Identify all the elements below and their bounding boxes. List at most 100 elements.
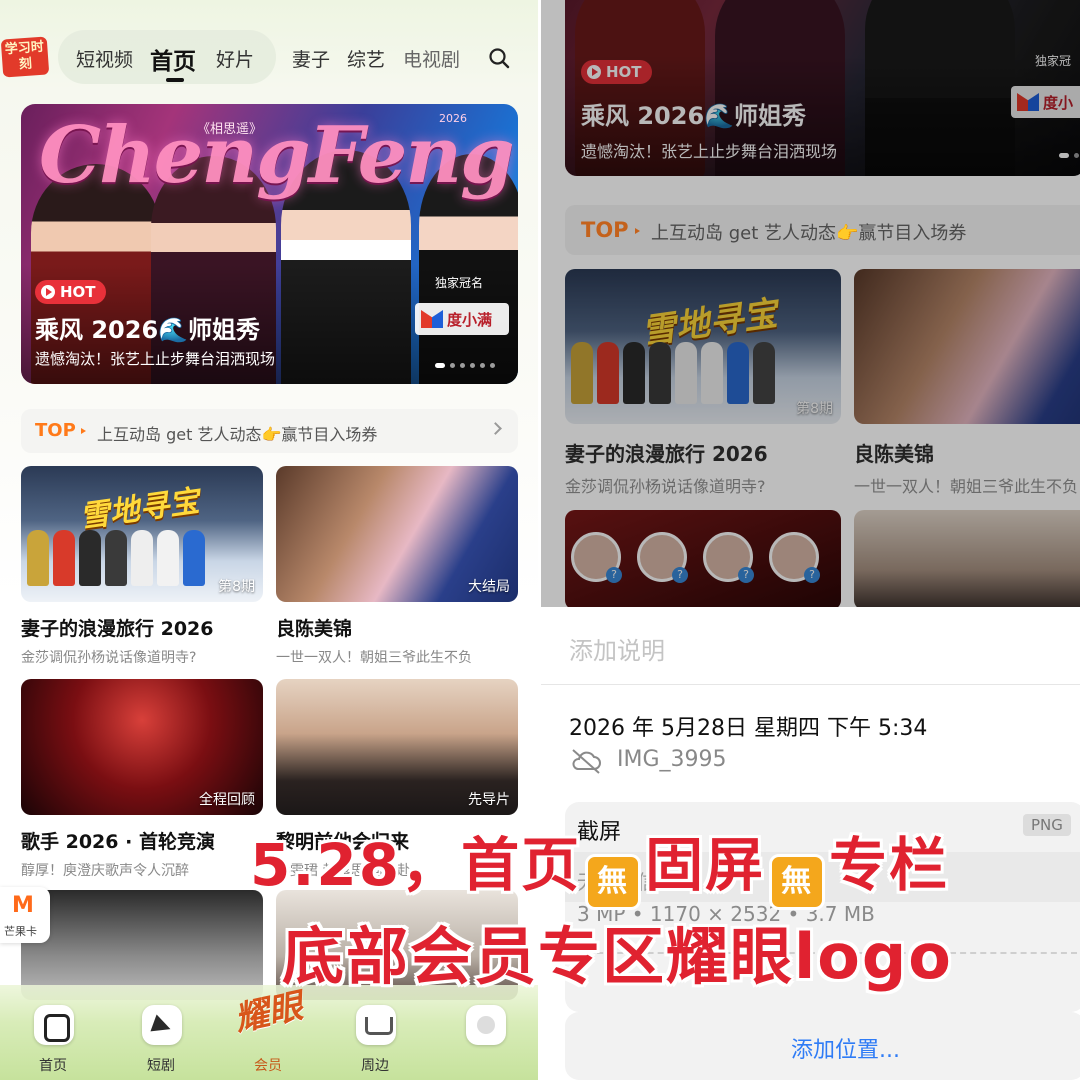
add-caption-field[interactable]: 添加说明: [569, 631, 665, 666]
tab-wife[interactable]: 妻子: [292, 45, 330, 72]
carousel-dot[interactable]: [480, 363, 485, 368]
overlay-text: 固屏: [645, 831, 766, 899]
tab-label-vip[interactable]: 会员: [254, 1055, 282, 1075]
hero-banner: HOT 乘风 2026🌊师姐秀 遗憾淘汰！张艺上止步舞台泪洒现场 独家冠 度小: [565, 0, 1080, 176]
carousel-dot[interactable]: [435, 363, 445, 368]
divider: [541, 684, 1080, 685]
overlay-text: 专栏: [829, 831, 950, 899]
figure: [183, 530, 205, 586]
cloud-slash-icon: [572, 749, 601, 774]
carousel-dot[interactable]: [470, 363, 475, 368]
add-location-label: 添加位置...: [791, 1038, 900, 1063]
show-thumbnail: 雪地寻宝 第8期: [565, 269, 841, 424]
show-thumbnail: 先导片: [276, 679, 518, 815]
show-thumbnail: 大: [854, 269, 1080, 424]
format-badge: PNG: [1023, 814, 1071, 836]
episode-label: 全程回顾: [199, 792, 255, 808]
carousel-dots: [435, 363, 495, 368]
active-tab-indicator: [166, 78, 184, 82]
sponsor-caption: 独家冠名: [435, 276, 484, 290]
figure: [131, 530, 153, 586]
top-promo-bar[interactable]: TOP 上互动岛 get 艺人动态👉赢节目入场券: [21, 409, 518, 453]
top-tag: TOP: [581, 218, 629, 242]
hero-art-year: 2026: [439, 112, 467, 125]
file-name: IMG_3995: [617, 747, 727, 772]
hero-description: 遗憾淘汰！张艺上止步舞台泪洒现场: [35, 350, 276, 368]
add-location-button[interactable]: 添加位置...: [565, 1012, 1080, 1080]
tab-short-video[interactable]: 短视频: [76, 45, 133, 72]
tab-label-home[interactable]: 首页: [39, 1055, 67, 1075]
shop-icon[interactable]: [356, 1005, 396, 1045]
show-title: 妻子的浪漫旅行 2026: [565, 442, 768, 466]
episode-label: 大结局: [468, 579, 510, 595]
thumbnail-art-title: 雪地寻宝: [77, 483, 202, 536]
show-title: 妻子的浪漫旅行 2026: [21, 618, 214, 640]
hero-title: 乘风 2026🌊师姐秀: [35, 316, 261, 344]
no-emoji-icon: 無: [585, 854, 642, 910]
show-subtitle: 一世一双人！朝姐三爷此生不负: [854, 477, 1079, 496]
overlay-caption-line-1: 5.28，首页無固屏無专栏: [250, 818, 949, 910]
search-icon[interactable]: [488, 47, 510, 69]
show-title: 良陈美锦: [854, 442, 934, 466]
bottom-tab-bar: 首页 短剧 耀眼 会员 周边: [0, 985, 538, 1080]
dim-overlay: [565, 510, 841, 607]
dim-overlay: [565, 269, 841, 424]
dim-overlay: [854, 510, 1080, 607]
mango-card-button[interactable]: M 芒果卡: [0, 887, 50, 943]
hot-label: HOT: [60, 283, 96, 301]
app-logo[interactable]: 学习时刻: [0, 36, 50, 78]
top-tag: TOP: [35, 420, 76, 441]
no-emoji-icon: 無: [769, 854, 826, 910]
top-promo-text: 上互动岛 get 艺人动态👉赢节目入场券: [97, 425, 378, 444]
tab-home[interactable]: 首页: [150, 42, 196, 76]
tab-label-short-drama[interactable]: 短剧: [147, 1055, 175, 1075]
show-thumbnail[interactable]: [21, 890, 263, 1000]
sponsor-logo-icon: [421, 310, 443, 328]
hero-banner[interactable]: ChengFeng 《相思遥》 2026 HOT 乘风 2026🌊师姐秀 遗憾淘…: [21, 104, 518, 384]
overlay-caption-line-2: 底部会员专区耀眼logo: [282, 920, 953, 993]
photo-datetime[interactable]: 2026 年 5月28日 星期四 下午 5:34: [569, 710, 927, 742]
show-card[interactable]: 雪地寻宝 第8期 妻子的浪漫旅行 2026 金莎调侃孙杨说话像道明寺?: [21, 466, 263, 667]
show-thumbnail: [854, 510, 1080, 607]
show-thumbnail: [565, 510, 841, 607]
show-subtitle: 金莎调侃孙杨说话像道明寺?: [565, 477, 766, 496]
show-card[interactable]: 全程回顾 歌手 2026 · 首轮竞演 醇厚！庾澄庆歌声令人沉醉: [21, 679, 263, 880]
carousel-dot[interactable]: [490, 363, 495, 368]
figure: [27, 530, 49, 586]
show-subtitle: 醇厚！庾澄庆歌声令人沉醉: [21, 863, 189, 879]
tab-label-merch[interactable]: 周边: [361, 1055, 389, 1075]
show-title: 歌手 2026 · 首轮竞演: [21, 831, 215, 853]
figure: [53, 530, 75, 586]
figure: [105, 530, 127, 586]
show-card: 大 良陈美锦 一世一双人！朝姐三爷此生不负: [854, 269, 1080, 497]
hero-art-subtitle: 《相思遥》: [197, 122, 263, 137]
show-thumbnail: 全程回顾: [21, 679, 263, 815]
figure: [79, 530, 101, 586]
episode-label: 先导片: [468, 792, 510, 808]
dim-overlay: [854, 269, 1080, 424]
home-icon[interactable]: [34, 1005, 74, 1045]
carousel-dot[interactable]: [460, 363, 465, 368]
play-icon: [41, 285, 55, 299]
show-title: 良陈美锦: [276, 618, 353, 640]
short-drama-icon[interactable]: [142, 1005, 182, 1045]
show-subtitle: 一世一双人！朝姐三爷此生不负: [276, 650, 472, 666]
top-promo-bar: TOP 上互动岛 get 艺人动态👉赢节目入场券: [565, 205, 1080, 255]
chevron-right-icon: [489, 422, 502, 435]
mango-icon: M: [12, 893, 34, 918]
show-subtitle: 金莎调侃孙杨说话像道明寺?: [21, 650, 197, 666]
screenshot-preview[interactable]: HOT 乘风 2026🌊师姐秀 遗憾淘汰！张艺上止步舞台泪洒现场 独家冠 度小 …: [541, 0, 1080, 607]
carousel-dot[interactable]: [450, 363, 455, 368]
profile-icon[interactable]: [466, 1005, 506, 1045]
sponsor-badge: 度小满: [415, 303, 509, 335]
top-tag-arrow-icon: [635, 228, 640, 234]
top-tag-arrow-icon: [81, 428, 86, 434]
dim-overlay: [565, 0, 1080, 176]
tab-variety[interactable]: 综艺: [347, 45, 385, 72]
show-card[interactable]: 大结局 良陈美锦 一世一双人！朝姐三爷此生不负: [276, 466, 518, 667]
figure: [157, 530, 179, 586]
tab-good-films[interactable]: 好片: [216, 45, 254, 72]
show-card: 雪地寻宝 第8期 妻子的浪漫旅行 2026 金莎调侃孙杨说话像道明寺?: [565, 269, 841, 497]
tab-tv-series[interactable]: 电视剧: [403, 45, 460, 72]
hot-badge: HOT: [35, 280, 106, 304]
